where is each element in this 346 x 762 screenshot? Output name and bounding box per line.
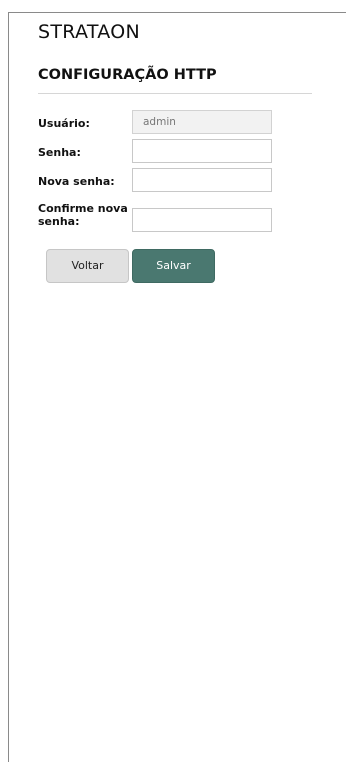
password-field[interactable] <box>132 139 272 163</box>
confirm-password-label: Confirme nova senha: <box>38 202 128 228</box>
brand-logo-text: STRATAON <box>38 21 140 43</box>
password-label: Senha: <box>38 146 81 159</box>
new-password-field[interactable] <box>132 168 272 192</box>
username-label: Usuário: <box>38 117 90 130</box>
back-button[interactable]: Voltar <box>46 249 129 283</box>
page-title: CONFIGURAÇÃO HTTP <box>38 67 217 83</box>
title-divider <box>38 93 312 94</box>
new-password-label: Nova senha: <box>38 175 115 188</box>
confirm-password-field[interactable] <box>132 208 272 232</box>
save-button[interactable]: Salvar <box>132 249 215 283</box>
username-field[interactable]: admin <box>132 110 272 134</box>
